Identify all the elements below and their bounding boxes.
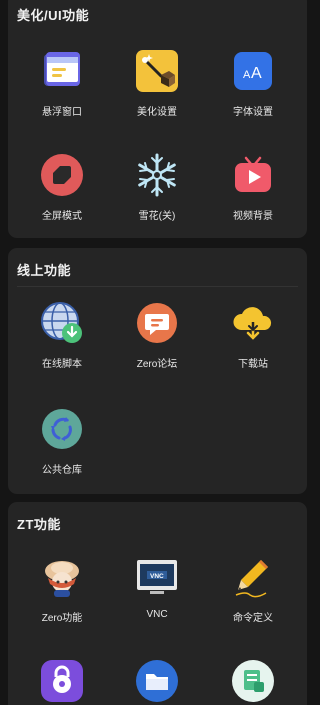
zero-function-button[interactable]: Zero功能: [19, 554, 105, 624]
svg-text:VNC: VNC: [150, 573, 164, 580]
globe-download-icon: [39, 300, 85, 346]
section-beautify-ui: 美化/UI功能 悬浮窗口 美化设置 A A 字体设置 全屏模式 雪花(关) 视频…: [8, 0, 307, 238]
floating-window-button[interactable]: 悬浮窗口: [19, 48, 105, 118]
font-settings-label: 字体设置: [233, 107, 273, 118]
document-app-icon: [230, 658, 276, 704]
vnc-monitor-icon: VNC: [134, 554, 180, 600]
section-title: ZT功能: [17, 517, 61, 532]
zero-function-label: Zero功能: [41, 613, 83, 624]
feature-menu-page: 美化/UI功能 悬浮窗口 美化设置 A A 字体设置 全屏模式 雪花(关) 视频…: [0, 0, 309, 705]
public-repository-button[interactable]: 公共仓库: [19, 406, 105, 476]
floating-window-icon: [39, 48, 85, 94]
beautify-settings-label: 美化设置: [137, 107, 177, 118]
section-divider: [17, 286, 298, 287]
snowflake-toggle-label: 雪花(关): [138, 211, 176, 222]
lock-app-icon: [39, 658, 85, 704]
svg-text:A: A: [251, 65, 262, 82]
download-site-label: 下载站: [238, 359, 268, 370]
download-site-button[interactable]: 下载站: [210, 300, 296, 370]
public-repository-label: 公共仓库: [42, 465, 82, 476]
zero-forum-label: Zero论坛: [136, 359, 178, 370]
zero-mascot-icon: [39, 554, 85, 600]
command-definition-label: 命令定义: [233, 613, 273, 624]
forum-chat-icon: [134, 300, 180, 346]
online-script-label: 在线脚本: [42, 359, 82, 370]
section-online: 线上功能 在线脚本 Zero论坛 下载站 公共仓库: [8, 248, 307, 494]
folder-icon: [134, 658, 180, 704]
folder-button[interactable]: [114, 658, 200, 705]
document-app-button[interactable]: [210, 658, 296, 705]
fullscreen-icon: [39, 152, 85, 198]
lock-app-button[interactable]: [19, 658, 105, 705]
font-settings-button[interactable]: A A 字体设置: [210, 48, 296, 118]
font-icon: A A: [230, 48, 276, 94]
video-tv-icon: [230, 152, 276, 198]
fullscreen-mode-label: 全屏模式: [42, 211, 82, 222]
section-zt: ZT功能 Zero功能 VNC VNC 命令定义: [8, 502, 307, 705]
fullscreen-mode-button[interactable]: 全屏模式: [19, 152, 105, 222]
snowflake-toggle-button[interactable]: 雪花(关): [114, 152, 200, 222]
vnc-label: VNC: [146, 609, 168, 620]
command-definition-button[interactable]: 命令定义: [210, 554, 296, 624]
svg-text:A: A: [243, 69, 251, 81]
pencil-icon: [230, 554, 276, 600]
video-background-button[interactable]: 视频背景: [210, 152, 296, 222]
cloud-download-icon: [230, 300, 276, 346]
online-script-button[interactable]: 在线脚本: [19, 300, 105, 370]
zero-forum-button[interactable]: Zero论坛: [114, 300, 200, 370]
floating-window-label: 悬浮窗口: [42, 107, 82, 118]
recycle-repository-icon: [39, 406, 85, 452]
magic-wand-icon: [134, 48, 180, 94]
video-background-label: 视频背景: [233, 211, 273, 222]
snowflake-icon: [134, 152, 180, 198]
section-title: 线上功能: [17, 263, 72, 278]
vnc-button[interactable]: VNC VNC: [114, 554, 200, 620]
section-title: 美化/UI功能: [17, 8, 90, 23]
beautify-settings-button[interactable]: 美化设置: [114, 48, 200, 118]
